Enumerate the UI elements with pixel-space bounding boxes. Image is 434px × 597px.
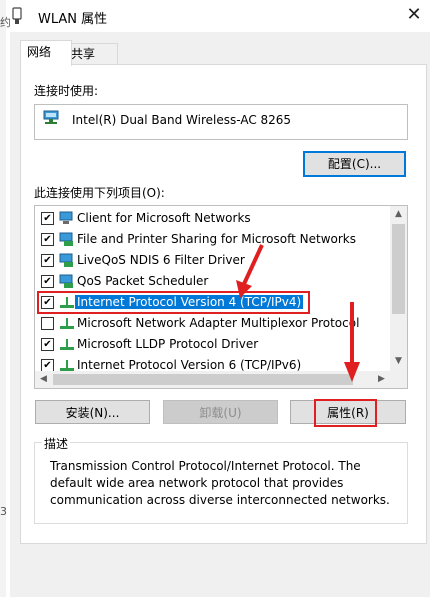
connect-using-label: 连接时使用: (34, 84, 99, 98)
item-label: QoS Packet Scheduler (77, 274, 209, 288)
checkbox[interactable]: ✔ (41, 338, 54, 351)
network-client-icon (59, 211, 75, 225)
checkbox[interactable]: ✔ (41, 254, 54, 267)
item-label: Microsoft LLDP Protocol Driver (77, 337, 259, 351)
list-item[interactable]: ✔ Client for Microsoft Networks (35, 208, 390, 229)
left-edge-char-bottom: 3 (0, 505, 7, 518)
network-protocol-icon (59, 316, 75, 330)
adapter-name: Intel(R) Dual Band Wireless-AC 8265 (72, 113, 292, 127)
install-button[interactable]: 安装(N)... (35, 400, 150, 424)
network-protocol-icon (59, 337, 75, 351)
horizontal-scroll-thumb[interactable] (53, 374, 353, 385)
network-service-icon (59, 274, 75, 288)
scroll-up-icon[interactable]: ▲ (390, 209, 407, 219)
description-text: Transmission Control Protocol/Internet P… (50, 459, 390, 507)
highlight-properties-box (314, 399, 377, 427)
network-service-icon (59, 232, 75, 246)
vertical-scroll-thumb[interactable] (392, 224, 405, 314)
close-button[interactable]: ✕ (400, 2, 428, 28)
checkbox[interactable]: ✔ (41, 233, 54, 246)
list-item[interactable]: ✔ LiveQoS NDIS 6 Filter Driver (35, 250, 390, 271)
item-label: Internet Protocol Version 6 (TCP/IPv6) (77, 358, 302, 372)
checkbox[interactable]: ✔ (41, 212, 54, 225)
scroll-down-icon[interactable]: ▼ (390, 356, 407, 366)
network-protocol-icon (59, 358, 75, 372)
annotation-arrow-ipv4 (236, 244, 264, 298)
annotation-arrow-properties (344, 302, 360, 382)
item-label: LiveQoS NDIS 6 Filter Driver (77, 253, 245, 267)
list-item[interactable]: ✔ File and Printer Sharing for Microsoft… (35, 229, 390, 250)
network-service-icon (59, 253, 75, 267)
item-label: Microsoft Network Adapter Multiplexor Pr… (77, 316, 360, 330)
wlan-title-icon (10, 7, 24, 25)
item-label: Client for Microsoft Networks (77, 211, 251, 225)
items-label: 此连接使用下列项目(O): (34, 186, 165, 200)
uninstall-button[interactable]: 卸载(U) (163, 400, 278, 424)
list-item[interactable]: ✔ Microsoft LLDP Protocol Driver (35, 334, 390, 355)
network-adapter-icon (43, 110, 59, 124)
scroll-right-icon[interactable]: ▶ (373, 374, 390, 384)
checkbox[interactable] (41, 317, 54, 330)
configure-button[interactable]: 配置(C)... (303, 151, 406, 177)
window-title: WLAN 属性 (38, 12, 108, 27)
list-item[interactable]: ✔ QoS Packet Scheduler (35, 271, 390, 292)
checkbox[interactable]: ✔ (41, 275, 54, 288)
tab-network[interactable]: 网络 (20, 40, 72, 66)
scroll-left-icon[interactable]: ◀ (35, 374, 52, 384)
tab-sharing[interactable]: 共享 (64, 43, 118, 64)
description-title: 描述 (42, 435, 71, 452)
item-label: File and Printer Sharing for Microsoft N… (77, 232, 356, 246)
vertical-scrollbar[interactable]: ▲ ▼ (390, 206, 407, 371)
list-item[interactable]: Microsoft Network Adapter Multiplexor Pr… (35, 313, 390, 334)
